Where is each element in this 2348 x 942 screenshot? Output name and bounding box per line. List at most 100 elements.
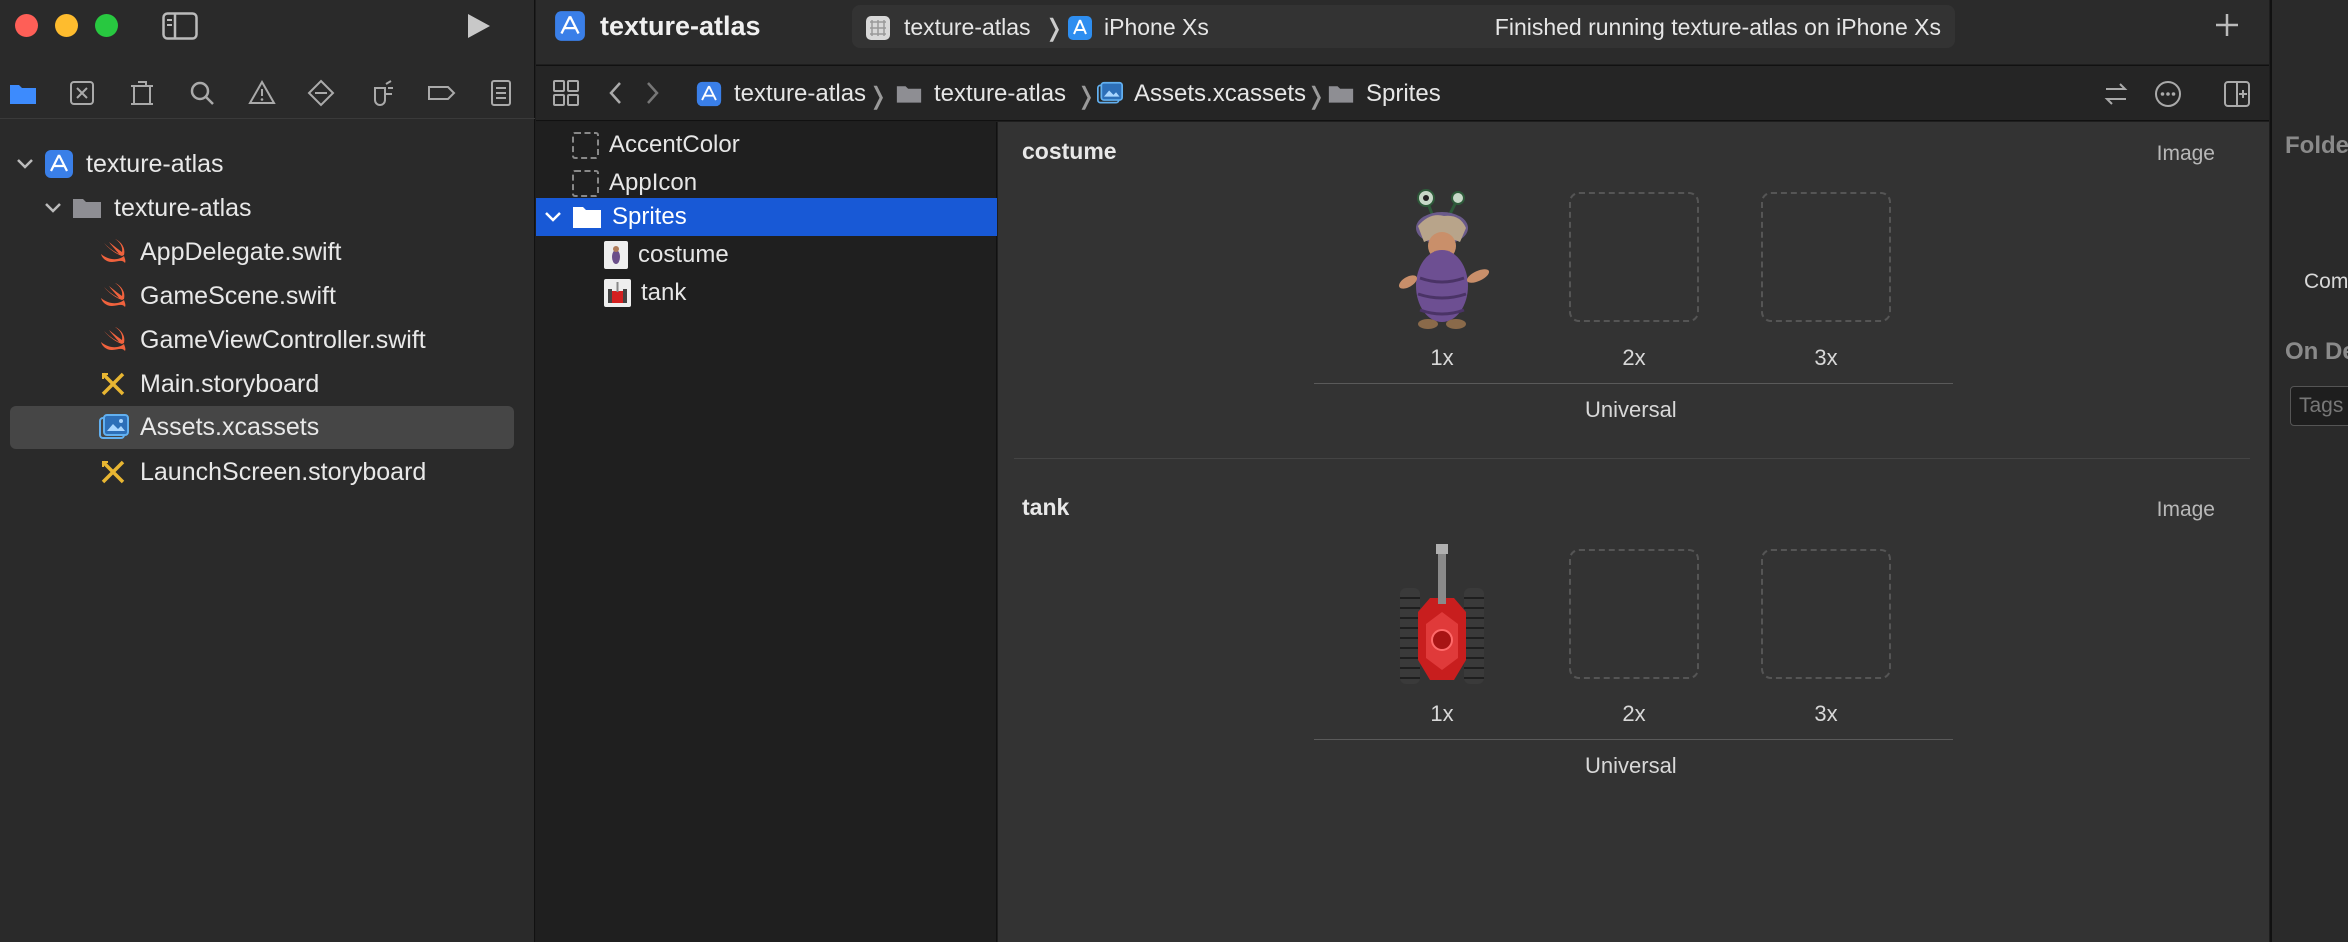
tags-input[interactable]: Tags <box>2290 386 2348 426</box>
image-slot-2x[interactable] <box>1569 549 1699 679</box>
chevron-right-icon: ❭ <box>1044 15 1065 42</box>
search-icon[interactable] <box>187 78 217 108</box>
breadcrumb-group[interactable]: texture-atlas <box>896 79 1066 109</box>
image-set-title: tank <box>1022 494 1070 520</box>
chevron-right-icon: ❭ <box>1306 83 1327 110</box>
tree-item-file[interactable]: Main.storyboard <box>98 364 319 404</box>
tree-item-file[interactable]: AppDelegate.swift <box>98 232 342 272</box>
tree-item-label: GameScene.swift <box>140 281 336 310</box>
add-editor-icon[interactable] <box>2222 79 2252 109</box>
costume-image-1x[interactable] <box>1386 186 1498 336</box>
scale-label: 1x <box>1430 345 1454 370</box>
empty-appicon-icon <box>572 169 599 197</box>
project-navigator: texture-atlas texture-atlas AppDelegate.… <box>0 0 535 942</box>
related-items-icon[interactable] <box>552 79 580 107</box>
toggle-sidebar-icon[interactable] <box>162 12 198 40</box>
breadcrumb-label: Sprites <box>1366 80 1441 107</box>
tree-item-label: texture-atlas <box>114 193 252 222</box>
scale-label: 3x <box>1814 701 1838 726</box>
project-icon <box>554 10 586 42</box>
asset-item-tank[interactable]: tank <box>536 274 997 312</box>
test-icon[interactable] <box>306 78 336 108</box>
chevron-down-icon[interactable] <box>42 197 64 219</box>
forward-icon[interactable] <box>642 80 662 106</box>
scheme-status-bar[interactable]: texture-atlas ❭ iPhone Xs Finished runni… <box>852 5 1955 48</box>
minimize-window-button[interactable] <box>55 14 78 37</box>
back-icon[interactable] <box>606 80 626 106</box>
assets-icon <box>98 413 129 443</box>
tank-image-1x[interactable] <box>1398 542 1486 692</box>
image-slot-2x[interactable] <box>1569 192 1699 322</box>
attributes-inspector: Folde Com On De Tags <box>2270 0 2348 942</box>
scheme-icon <box>864 14 892 42</box>
scale-label: 2x <box>1622 701 1646 726</box>
asset-item-costume[interactable]: costume <box>536 236 997 274</box>
swift-icon <box>98 237 128 267</box>
image-slot-3x[interactable] <box>1761 192 1891 322</box>
breadcrumb-label: texture-atlas <box>934 80 1067 107</box>
tree-item-project[interactable]: texture-atlas <box>14 144 224 184</box>
asset-item-accent-color[interactable]: AccentColor <box>536 126 997 164</box>
device-group-label: Universal <box>1585 753 1677 778</box>
universal-divider <box>1314 383 1953 384</box>
on-demand-heading: On De <box>2285 338 2348 365</box>
debug-icon[interactable] <box>366 78 396 108</box>
asset-item-label: tank <box>641 279 687 306</box>
asset-item-label: Sprites <box>612 203 687 230</box>
symbol-icon[interactable] <box>127 78 157 108</box>
tank-thumbnail-icon <box>604 279 631 307</box>
folder-section-heading: Folde <box>2285 132 2348 159</box>
tree-item-label: Assets.xcassets <box>140 413 320 441</box>
folder-icon <box>896 81 922 107</box>
tree-item-file[interactable]: GameScene.swift <box>98 276 336 316</box>
add-button[interactable] <box>2211 9 2243 41</box>
chevron-right-icon: ❭ <box>868 83 889 110</box>
breadcrumb-catalog[interactable]: Assets.xcassets <box>1096 79 1306 109</box>
run-button[interactable] <box>464 12 492 40</box>
scale-label: 2x <box>1622 345 1646 370</box>
tree-item-file[interactable]: GameViewController.swift <box>98 320 426 360</box>
project-icon <box>44 149 74 179</box>
folder-icon[interactable] <box>8 78 38 108</box>
swap-icon[interactable] <box>2102 80 2130 108</box>
scale-label: 1x <box>1430 701 1454 726</box>
asset-item-app-icon[interactable]: AppIcon <box>536 164 997 202</box>
compression-label: Com <box>2304 270 2348 293</box>
swift-icon <box>98 325 128 355</box>
tree-item-label: texture-atlas <box>86 149 224 178</box>
chevron-down-icon[interactable] <box>542 206 564 228</box>
chevron-right-icon: ❭ <box>1076 83 1097 110</box>
device-name[interactable]: iPhone Xs <box>1104 14 1209 41</box>
chevron-down-icon[interactable] <box>14 153 36 175</box>
scheme-target[interactable]: texture-atlas <box>904 14 1031 41</box>
asset-item-sprites-folder[interactable]: Sprites <box>536 198 997 236</box>
asset-item-label: costume <box>638 241 729 268</box>
warning-icon[interactable] <box>247 78 277 108</box>
tree-item-group[interactable]: texture-atlas <box>42 188 252 228</box>
tree-item-file-selected[interactable]: Assets.xcassets <box>10 406 514 449</box>
asset-item-label: AccentColor <box>609 131 740 158</box>
image-slot-3x[interactable] <box>1761 549 1891 679</box>
scale-label: 3x <box>1814 345 1838 370</box>
costume-thumbnail-icon <box>604 241 628 269</box>
tree-item-file[interactable]: LaunchScreen.storyboard <box>98 452 426 492</box>
project-icon <box>696 81 722 107</box>
folder-icon <box>572 204 602 230</box>
tree-item-label: LaunchScreen.storyboard <box>140 457 427 486</box>
breakpoint-icon[interactable] <box>426 78 456 108</box>
report-icon[interactable] <box>486 78 516 108</box>
breadcrumb-folder[interactable]: Sprites <box>1328 79 1441 109</box>
tags-placeholder: Tags <box>2299 394 2344 417</box>
more-options-icon[interactable] <box>2153 79 2183 109</box>
breadcrumb-label: texture-atlas <box>734 80 867 107</box>
close-window-button[interactable] <box>15 14 38 37</box>
source-control-icon[interactable] <box>67 78 97 108</box>
jump-bar: texture-atlas ❭ texture-atlas ❭ Assets.x… <box>536 65 2269 121</box>
storyboard-icon <box>98 369 128 399</box>
storyboard-icon <box>98 457 128 487</box>
tree-item-label: AppDelegate.swift <box>140 237 342 266</box>
device-icon <box>1066 14 1094 42</box>
asset-item-label: AppIcon <box>609 169 698 196</box>
breadcrumb-project[interactable]: texture-atlas <box>696 79 866 109</box>
zoom-window-button[interactable] <box>95 14 118 37</box>
